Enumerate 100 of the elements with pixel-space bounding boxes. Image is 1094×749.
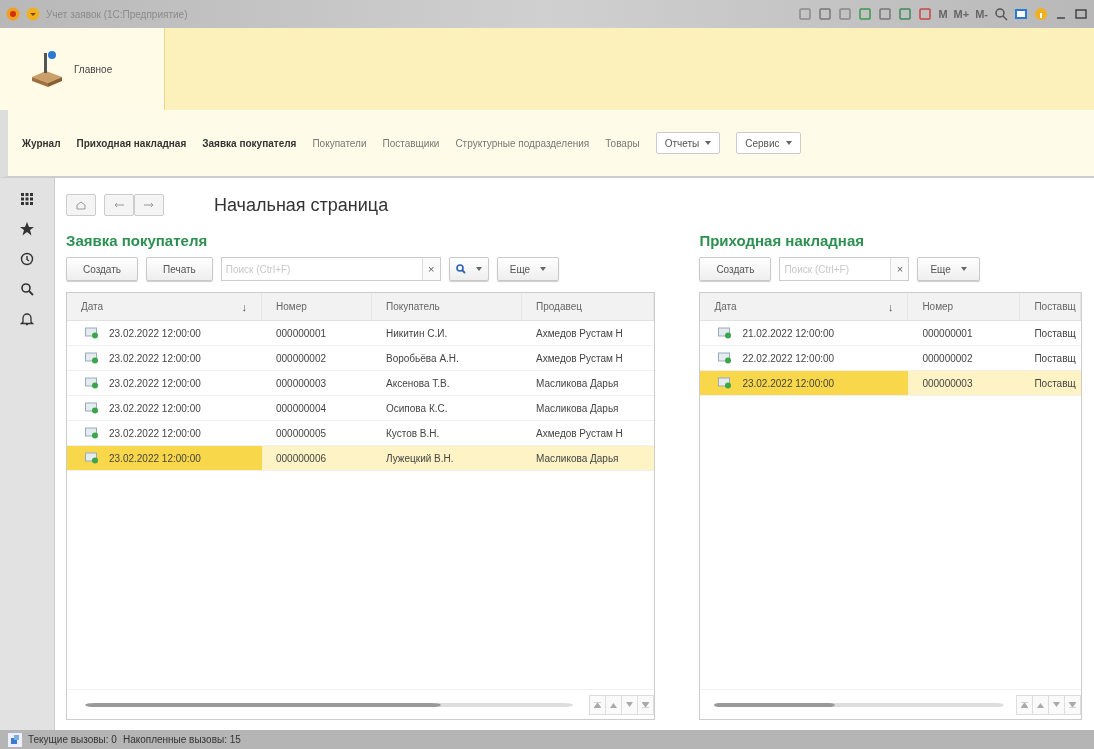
nav-link[interactable]: Поставщики [382,137,440,149]
search-button[interactable] [448,257,489,281]
table-row[interactable]: 23.02.2022 12:00:00 000000006 Лужецкий В.Н. Масликова Дарья [67,446,655,471]
toolbar-button[interactable]: Создать [66,257,138,281]
toolbar-icon[interactable] [798,7,813,21]
toolbar-button[interactable]: Создать [699,257,772,281]
scroll-button[interactable] [1065,694,1081,715]
table-cell: 23.02.2022 12:00:00 [67,446,262,470]
up-arrow-icon [1021,701,1028,708]
scroll-button[interactable] [606,694,623,715]
section-tile[interactable]: Главное [0,28,165,110]
app-logo-icon[interactable] [6,7,20,21]
table-cell-text: Осипова К.С. [385,401,449,416]
document-check-icon [85,452,99,464]
bell-icon[interactable] [20,312,34,326]
column-header[interactable]: Номер [908,293,1021,320]
toolbar-icon[interactable] [838,7,853,21]
table-cell-text: 000000003 [275,376,328,391]
forward-button[interactable] [134,194,164,216]
table-cell-text: 000000001 [275,326,328,341]
maximize-icon[interactable] [1074,7,1088,21]
grid-menu-icon[interactable] [20,192,34,206]
nav-menu-button[interactable]: Отчеты [655,132,721,154]
clear-button[interactable]: × [890,258,909,280]
toolbar-icon[interactable] [918,7,933,21]
table-cell: 23.02.2022 12:00:00 [67,396,262,420]
table-cell: 23.02.2022 12:00:00 [67,421,262,445]
star-icon[interactable] [20,222,34,236]
table-row[interactable]: 23.02.2022 12:00:00 000000003 Аксенова Т.В. Масликова Дарья [67,371,655,396]
page-title: Начальная страница [214,194,389,216]
column-header[interactable]: Дата ↓ [700,293,909,320]
table-cell: 23.02.2022 12:00:00 [67,346,262,370]
nav-link[interactable]: Структурные подразделения [455,137,590,149]
sort-mark: ↓ [887,300,894,313]
status-text: Текущие вызовы: 0 [28,734,117,745]
caret-icon [475,267,482,271]
right-arrow-icon [144,202,154,208]
up-arrow-icon [594,701,602,708]
column-header[interactable]: Дата ↓ [67,293,262,320]
document-check-icon [85,352,99,364]
table-cell: 21.02.2022 12:00:00 [700,321,909,345]
down-arrow-icon [1053,701,1060,708]
nav-link[interactable]: Журнал [22,137,61,149]
more-button[interactable]: Еще [917,257,980,281]
scroll-button[interactable] [590,694,607,715]
desk-icon [30,49,64,89]
table-cell-text: 000000002 [921,351,974,366]
scroll-button[interactable] [638,694,655,715]
nav-link[interactable]: Покупатели [312,137,367,149]
search-icon[interactable] [20,282,34,296]
column-header[interactable]: Поставщ [1020,293,1081,320]
column-header[interactable]: Продавец [522,293,655,320]
nav-link[interactable]: Товары [605,137,640,149]
nav-link[interactable]: Заявка покупателя [202,137,297,149]
table-row[interactable]: 23.02.2022 12:00:00 000000001 Никитин С.И. Ахмедов Рустам Н [67,321,655,346]
table-cell: 000000006 [262,446,372,470]
table-cell-text: Ахмедов Рустам Н [535,351,624,366]
menu-icon[interactable] [26,7,40,21]
table-cell-text: Ахмедов Рустам Н [535,426,624,441]
toolbar-icon[interactable] [878,7,893,21]
home-button[interactable] [66,194,96,216]
table-cell-text: Поставщ [1033,326,1077,341]
table-cell: Лужецкий В.Н. [372,446,522,470]
nav-menu-button[interactable]: Сервис [736,132,801,154]
toolbar-icon[interactable] [898,7,913,21]
history-icon[interactable] [20,252,34,266]
caret-icon [960,267,967,271]
toolbar-icon[interactable] [858,7,873,21]
back-button[interactable] [104,194,134,216]
table-cell: 22.02.2022 12:00:00 [700,346,909,370]
more-button[interactable]: Еще [496,257,560,281]
toolbar-button[interactable]: Печать [146,257,213,281]
status-text: Накопленные вызовы: 15 [122,734,241,745]
panel-title: Приходная накладная [699,232,865,251]
table-row[interactable]: 21.02.2022 12:00:00 000000001 Поставщ [700,321,1081,346]
scroll-button[interactable] [1017,694,1033,715]
scroll-button[interactable] [622,694,639,715]
caret-icon [785,141,792,145]
table-cell-text: 000000004 [275,401,328,416]
panel-icon[interactable] [1014,7,1028,21]
document-check-icon [85,402,99,414]
clear-button[interactable]: × [421,258,440,280]
table-row[interactable]: 23.02.2022 12:00:00 000000003 Поставщ [700,371,1081,396]
panel-title: Заявка покупателя [66,232,209,251]
zoom-icon[interactable] [994,7,1008,21]
table-row[interactable]: 23.02.2022 12:00:00 000000002 Воробьёва А.Н. Ахмедов Рустам Н [67,346,655,371]
document-check-icon [718,327,733,339]
column-header[interactable]: Покупатель [372,293,522,320]
table-cell-text: Поставщ [1033,351,1077,366]
scroll-button[interactable] [1049,694,1065,715]
column-header[interactable]: Номер [262,293,372,320]
toolbar-icon[interactable] [818,7,833,21]
document-check-icon [85,427,99,439]
table-row[interactable]: 23.02.2022 12:00:00 000000004 Осипова К.С. Масликова Дарья [67,396,655,421]
scroll-button[interactable] [1033,694,1049,715]
table-cell: 23.02.2022 12:00:00 [67,371,262,395]
nav-link[interactable]: Приходная накладная [76,137,187,149]
home-icon [76,200,86,210]
table-cell-text: Никитин С.И. [385,326,449,341]
info-icon[interactable] [1034,7,1048,21]
